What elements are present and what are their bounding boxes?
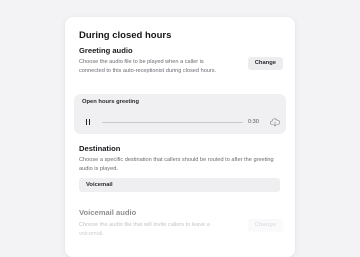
change-voicemail-button[interactable]: Change xyxy=(247,219,283,232)
destination-description: Choose a specific destination that calle… xyxy=(79,157,274,172)
audio-progress-track[interactable] xyxy=(102,122,243,124)
cloud-download-icon[interactable] xyxy=(270,118,280,127)
voicemail-audio-heading: Voicemail audio xyxy=(79,208,137,217)
greeting-audio-description: Choose the audio file to be played when … xyxy=(79,59,217,74)
destination-heading: Destination xyxy=(79,144,121,153)
greeting-audio-heading: Greeting audio xyxy=(79,46,133,55)
change-greeting-button[interactable]: Change xyxy=(247,57,283,70)
audio-player: Open hours greeting 0:30 xyxy=(74,94,286,134)
destination-select[interactable]: Voicemail xyxy=(79,178,280,192)
section-title: During closed hours xyxy=(79,30,172,41)
audio-duration: 0:30 xyxy=(248,119,259,125)
pause-icon[interactable] xyxy=(80,114,96,130)
audio-title: Open hours greeting xyxy=(82,99,140,105)
voicemail-audio-description: Choose the audio file that will invite c… xyxy=(79,222,210,237)
closed-hours-card: During closed hours Greeting audio Choos… xyxy=(65,17,295,257)
